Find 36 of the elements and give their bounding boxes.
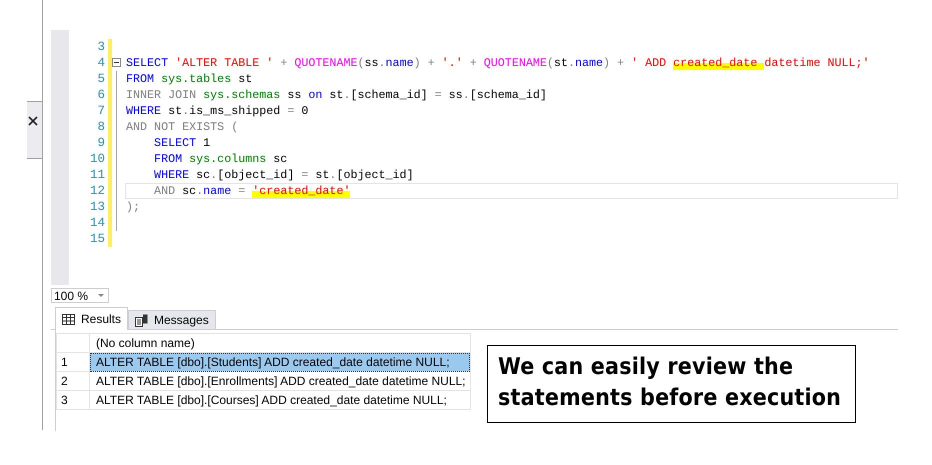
table-cell[interactable]: ALTER TABLE [dbo].[Students] ADD created_date datetime NULL; — [90, 352, 470, 372]
grid-icon — [62, 314, 75, 324]
line-number: 11 — [88, 167, 105, 183]
line-number: 10 — [88, 151, 105, 167]
table-cell[interactable]: ALTER TABLE [dbo].[Enrollments] ADD created_date datetime NULL; — [90, 372, 470, 390]
column-header: (No column name) — [90, 334, 470, 352]
line-number: 6 — [96, 87, 105, 103]
code-line: WHERE st.is_ms_shipped = 0 — [125, 103, 310, 119]
results-tab[interactable]: Messages — [128, 310, 216, 329]
document-icon — [135, 314, 148, 326]
line-number: 5 — [96, 71, 105, 87]
line-number: 15 — [88, 231, 105, 247]
line-number: 4 — [96, 55, 105, 71]
line-number: 8 — [96, 119, 105, 135]
callout-text: We can easily review the statements before execution — [487, 345, 856, 423]
code-line: SELECT 1 — [153, 135, 212, 151]
line-number: 7 — [96, 103, 105, 119]
collapse-icon[interactable] — [112, 58, 121, 67]
line-number: 13 — [88, 199, 105, 215]
line-number: 3 — [96, 39, 105, 55]
zoom-dropdown[interactable]: 100 % — [51, 288, 109, 303]
caret-icon — [98, 294, 104, 297]
results-tab[interactable]: Results — [55, 307, 128, 330]
row-number: 2 — [56, 372, 90, 390]
code-line: FROM sys.columns sc — [153, 151, 288, 167]
code-line: ); — [125, 199, 142, 215]
code-line: WHERE sc.[object_id] = st.[object_id] — [153, 167, 415, 183]
code-line: FROM sys.tables st — [125, 71, 254, 87]
table-cell[interactable]: ALTER TABLE [dbo].[Courses] ADD created_date datetime NULL; — [90, 390, 470, 410]
code-line: AND NOT EXISTS ( — [125, 119, 240, 135]
line-number: 14 — [88, 215, 105, 231]
row-number: 3 — [56, 390, 90, 410]
close-icon[interactable] — [28, 116, 38, 126]
code-line: INNER JOIN sys.schemas ss on st.[schema_id] = ss.[schema_id] — [125, 87, 548, 103]
line-number: 12 — [88, 183, 105, 199]
line-number: 9 — [96, 135, 105, 151]
